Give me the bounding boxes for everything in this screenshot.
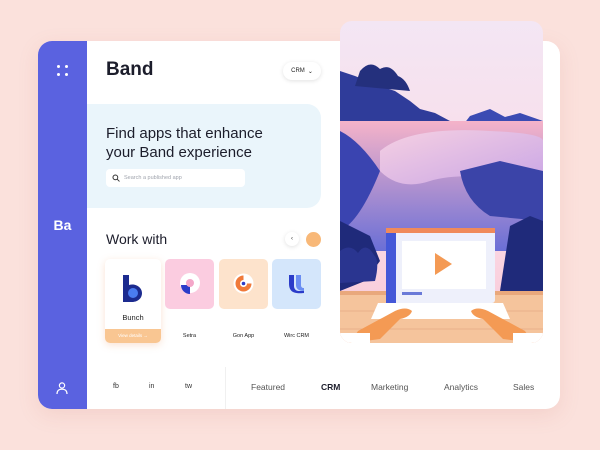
social-link-in[interactable]: in [149, 383, 154, 390]
footer-divider [225, 367, 226, 409]
page-title: Band [106, 59, 154, 80]
app-card-bunch[interactable]: Bunch View details → [105, 259, 161, 343]
search-input[interactable] [124, 175, 239, 181]
hero-banner: Find apps that enhance your Band experie… [87, 104, 321, 208]
hero-title-line-1: Find apps that enhance [106, 125, 263, 142]
search-icon [112, 174, 120, 182]
tab-sales[interactable]: Sales [513, 382, 534, 392]
grid-menu-icon[interactable] [57, 65, 68, 76]
chevron-down-icon: ⌄ [307, 68, 313, 75]
setra-logo-icon [180, 273, 200, 294]
social-link-tw[interactable]: tw [185, 383, 192, 390]
category-select[interactable]: CRM ⌄ [283, 62, 321, 80]
app-name: Wirc CRM [283, 333, 310, 339]
app-card-gon-app[interactable] [219, 259, 268, 309]
user-icon[interactable] [55, 381, 69, 395]
sidebar: Ba [38, 41, 87, 409]
carousel-prev-button[interactable]: ‹ [285, 232, 299, 246]
hero-title: Find apps that enhance your Band experie… [106, 124, 316, 162]
sidebar-logo[interactable]: Ba [38, 217, 87, 233]
category-select-value: CRM [291, 68, 305, 74]
wirc-logo-icon [289, 275, 304, 294]
app-name: Setra [182, 333, 197, 339]
social-link-fb[interactable]: fb [113, 383, 119, 390]
tab-marketing[interactable]: Marketing [371, 382, 408, 392]
hero-illustration [340, 21, 543, 343]
gon-logo-icon [233, 273, 254, 294]
hero-title-line-2: your Band experience [106, 144, 252, 161]
app-name: Gon App [232, 333, 255, 339]
tab-crm[interactable]: CRM [321, 382, 340, 392]
app-card-wirc-crm[interactable] [272, 259, 321, 309]
tab-analytics[interactable]: Analytics [444, 382, 478, 392]
app-name: Bunch [122, 313, 144, 322]
app-card-setra[interactable] [165, 259, 214, 309]
bunch-logo-icon [123, 275, 142, 302]
carousel-next-button[interactable] [306, 232, 321, 247]
search-box[interactable] [106, 169, 245, 187]
view-details-button[interactable]: View details → [105, 329, 161, 343]
work-with-title: Work with [106, 231, 168, 247]
tab-featured[interactable]: Featured [251, 382, 285, 392]
